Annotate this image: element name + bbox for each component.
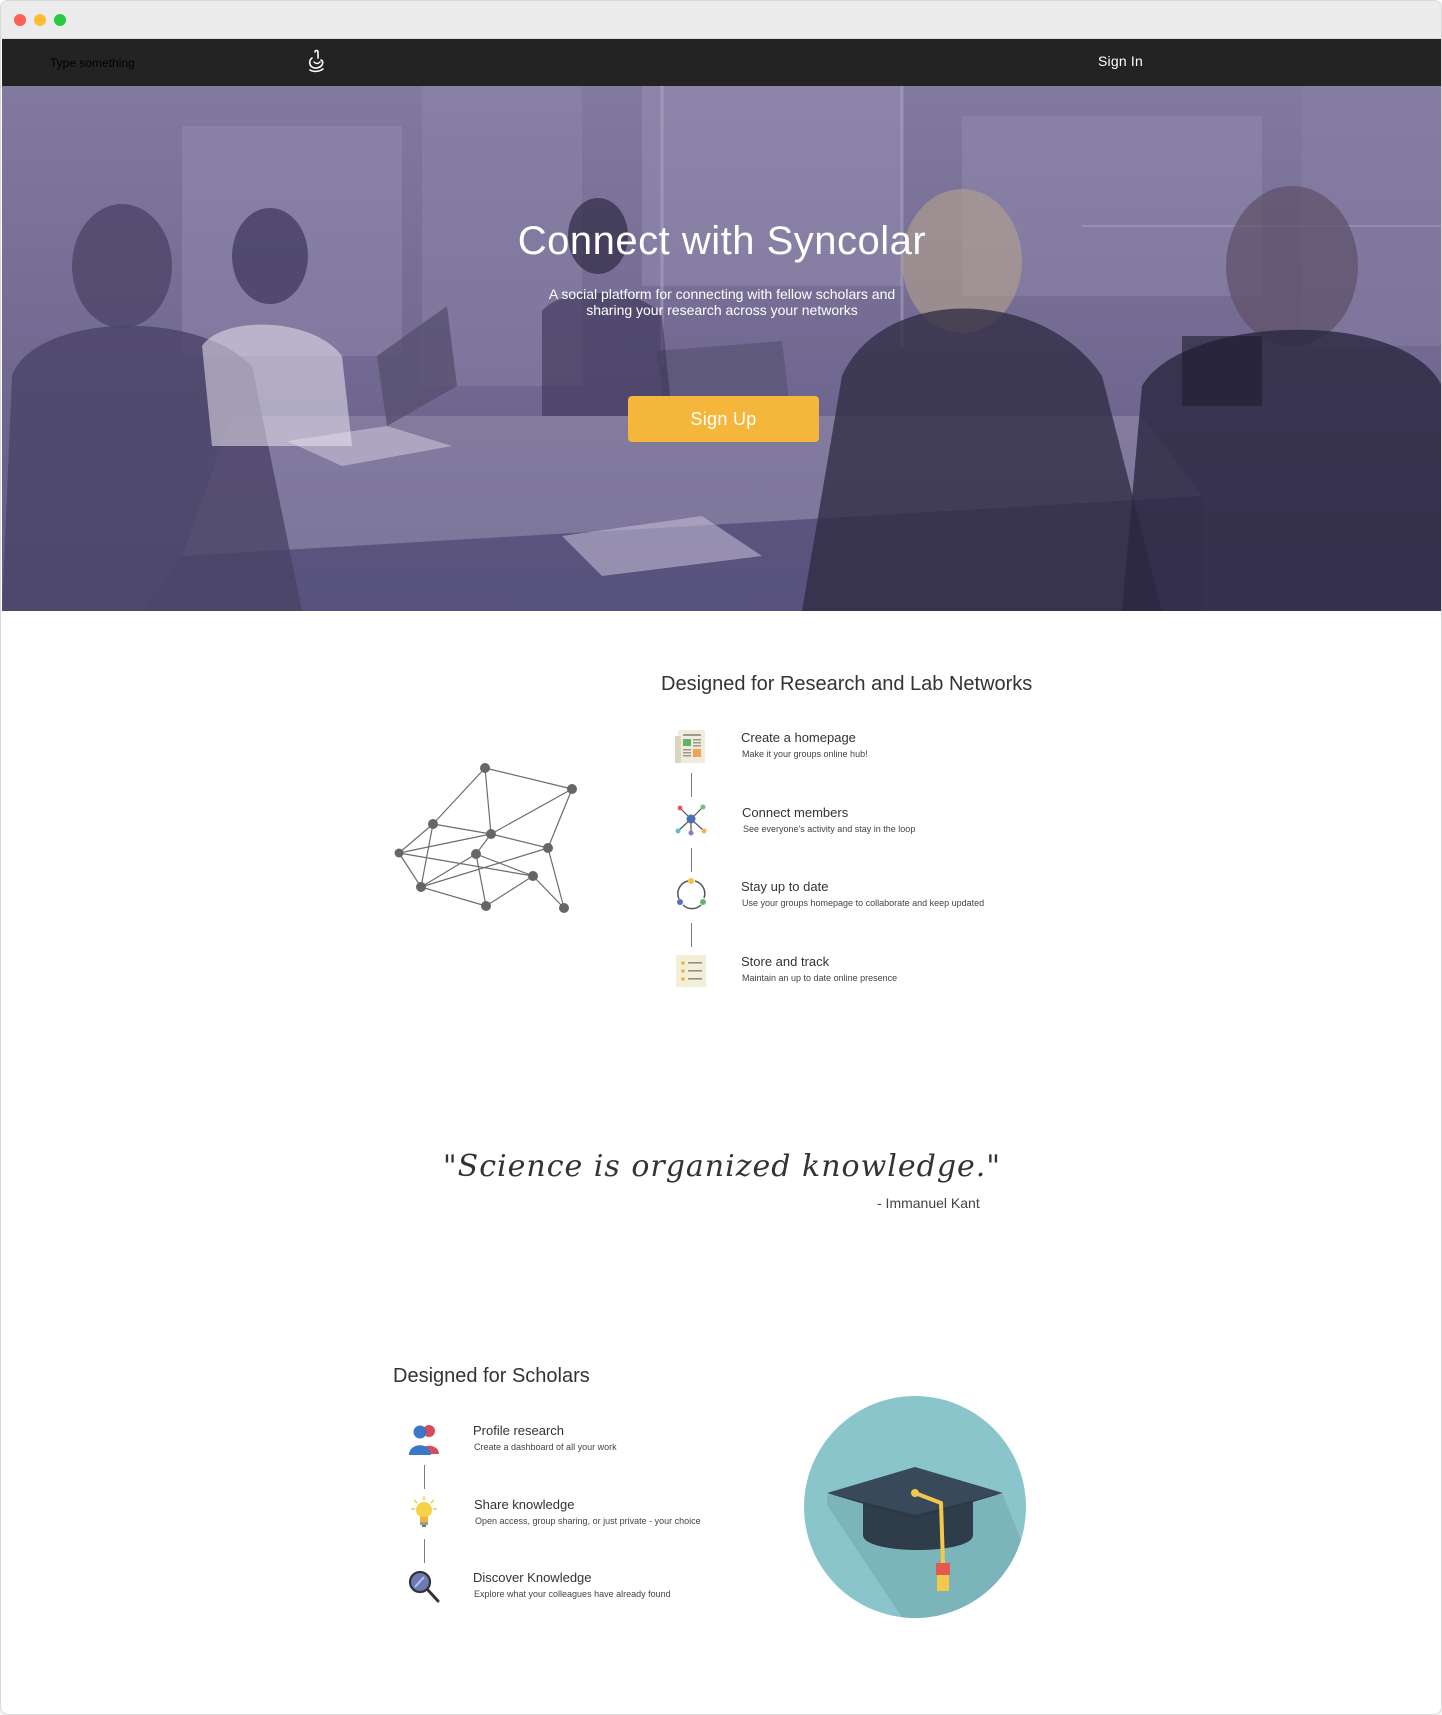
window-titlebar	[1, 1, 1441, 39]
feature-description: Use your groups homepage to collaborate …	[742, 898, 985, 908]
browser-window: Sign In	[0, 0, 1442, 1715]
feature-title: Share knowledge	[474, 1497, 575, 1512]
sign-up-button[interactable]: Sign Up	[628, 396, 819, 442]
hero-subtitle: A social platform for connecting with fe…	[2, 286, 1441, 318]
feature-description: Explore what your colleagues have alread…	[474, 1589, 671, 1599]
graduation-cap-icon	[804, 1396, 1026, 1618]
hero-background-image	[2, 86, 1441, 611]
quote-author: - Immanuel Kant	[877, 1195, 980, 1211]
feature-description: Make it your groups online hub!	[742, 749, 868, 759]
minimize-window-button[interactable]	[34, 14, 46, 26]
feature-title: Discover Knowledge	[473, 1570, 592, 1585]
feature-title: Store and track	[741, 954, 830, 969]
feature-title: Create a homepage	[741, 730, 856, 745]
search-input[interactable]	[50, 52, 270, 74]
magnifier-icon	[408, 1570, 440, 1603]
feature-connector-line	[691, 923, 692, 947]
feature-title: Profile research	[473, 1423, 565, 1438]
feature-connector-line	[424, 1539, 425, 1563]
hero-title: Connect with Syncolar	[517, 219, 927, 263]
sync-cycle-icon	[677, 878, 706, 910]
network-hub-icon	[675, 804, 707, 836]
scholar-section-heading: Designed for Scholars	[393, 1365, 590, 1387]
hero-subtitle-line-1: A social platform for connecting with fe…	[548, 286, 896, 302]
sign-in-link[interactable]: Sign In	[1098, 53, 1143, 69]
close-window-button[interactable]	[14, 14, 26, 26]
feature-description: Create a dashboard of all your work	[474, 1442, 617, 1452]
users-icon	[409, 1425, 439, 1455]
lightbulb-icon	[411, 1496, 437, 1527]
hero-subtitle-line-2: sharing your research across your networ…	[586, 302, 858, 318]
checklist-icon	[676, 955, 706, 987]
feature-connector-line	[424, 1465, 425, 1489]
quote-text: "Science is organized knowledge."	[442, 1149, 1002, 1184]
zoom-window-button[interactable]	[54, 14, 66, 26]
feature-connector-line	[691, 848, 692, 872]
network-graph-illustration	[394, 763, 577, 913]
syncolar-logo-icon[interactable]	[304, 48, 330, 76]
lab-section-heading: Designed for Research and Lab Networks	[661, 673, 1033, 695]
feature-title: Stay up to date	[741, 879, 829, 894]
hero-banner: Connect with Syncolar A social platform …	[2, 86, 1441, 611]
newspaper-icon	[675, 730, 705, 763]
feature-description: Open access, group sharing, or just priv…	[475, 1516, 701, 1526]
feature-connector-line	[691, 773, 692, 797]
top-navbar: Sign In	[2, 39, 1441, 86]
feature-title: Connect members	[742, 805, 849, 820]
feature-description: Maintain an up to date online presence	[742, 973, 898, 983]
feature-description: See everyone's activity and stay in the …	[743, 824, 916, 834]
